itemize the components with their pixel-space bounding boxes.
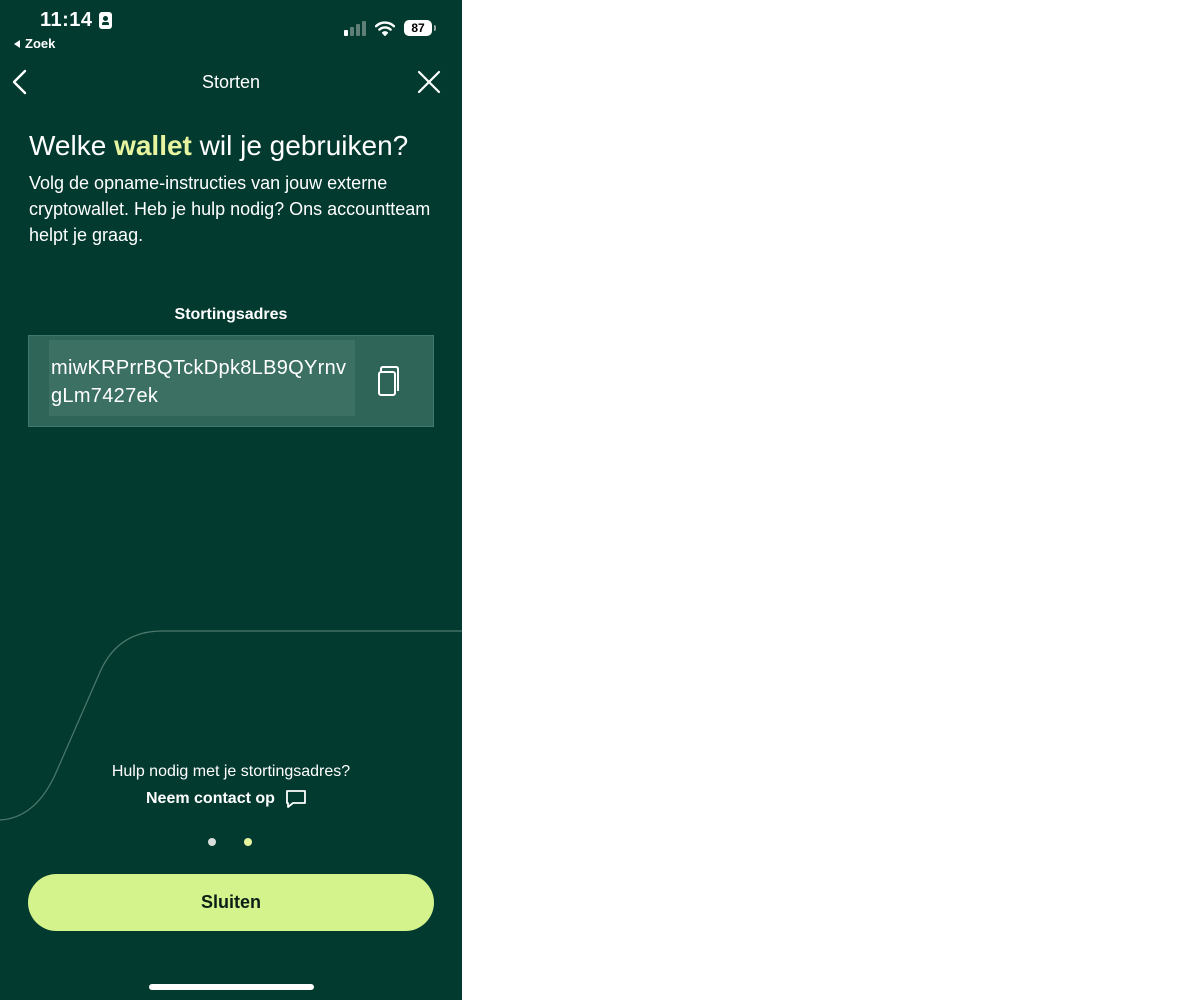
status-time-text: 11:14 — [40, 9, 93, 31]
battery-icon: 87 — [404, 20, 436, 36]
signal-bar — [356, 24, 360, 36]
heading-text-after: wil je gebruiken? — [199, 130, 409, 161]
home-indicator[interactable] — [149, 984, 314, 990]
battery-level: 87 — [411, 21, 425, 35]
heading-text-before: Welke — [29, 130, 107, 161]
status-back-label: Zoek — [25, 36, 56, 51]
wallet-question-heading: Welke wallet wil je gebruiken? — [29, 130, 439, 162]
close-icon — [417, 70, 441, 94]
instruction-text: Volg de opname-instructies van jouw exte… — [29, 173, 431, 245]
back-triangle-icon — [14, 39, 20, 48]
signal-bar — [344, 30, 348, 36]
copy-icon — [378, 366, 399, 396]
page-indicator — [208, 838, 252, 846]
page-dot-2-active — [244, 838, 252, 846]
help-question: Hulp nodig met je stortingsadres? — [111, 763, 351, 780]
heading-highlight: wallet — [114, 130, 192, 161]
contact-link[interactable]: Neem contact op — [146, 789, 307, 809]
phone-screen: 11:14 Zoek 87 Storten Welke wallet wil j… — [0, 0, 462, 1000]
deposit-address-value[interactable]: miwKRPrrBQTckDpk8LB9QYrnvgLm7427ek — [49, 340, 355, 416]
status-time: 11:14 — [40, 9, 112, 32]
page-title: Storten — [201, 72, 261, 92]
page-dot-1 — [208, 838, 216, 846]
signal-bar — [350, 27, 354, 36]
deposit-address-label: Stortingsadres — [174, 306, 288, 323]
copy-address-button[interactable] — [373, 362, 407, 402]
status-back-to-app[interactable]: Zoek — [14, 36, 55, 51]
close-x-button[interactable] — [414, 67, 444, 97]
signal-icon — [344, 20, 366, 36]
wifi-icon — [375, 20, 395, 36]
contact-link-label: Neem contact op — [146, 790, 275, 807]
status-indicators: 87 — [344, 20, 436, 36]
close-button[interactable]: Sluiten — [28, 874, 434, 931]
chat-bubble-icon — [286, 790, 306, 808]
contact-card-icon — [98, 12, 112, 29]
signal-bar — [362, 21, 366, 36]
deposit-address-box: miwKRPrrBQTckDpk8LB9QYrnvgLm7427ek — [28, 335, 434, 427]
